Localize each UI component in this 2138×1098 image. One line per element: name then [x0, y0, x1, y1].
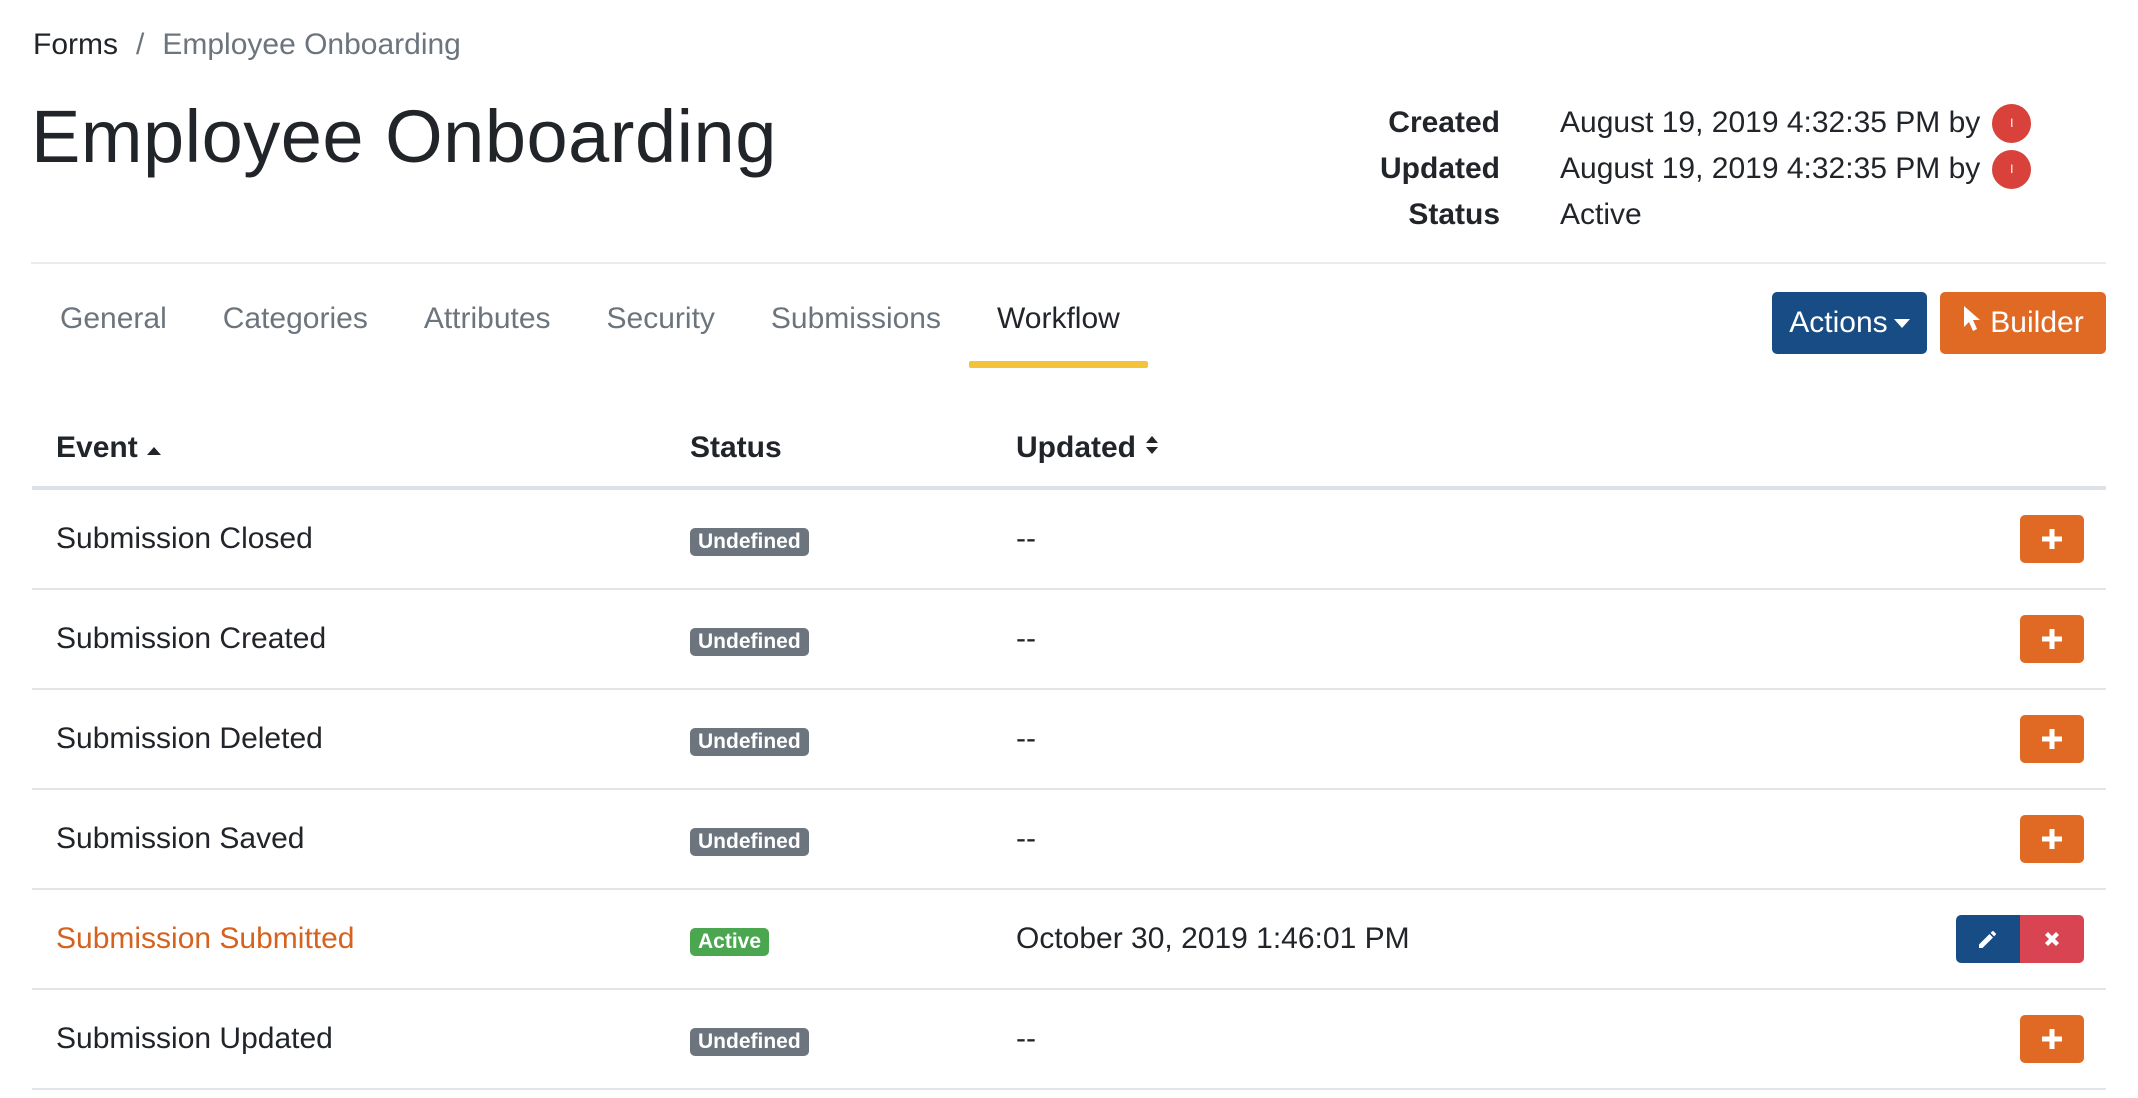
event-name: Submission Deleted [56, 722, 323, 755]
meta-created-row: Created August 19, 2019 4:32:35 PM by I [1300, 100, 2032, 146]
meta-created-value-wrap: August 19, 2019 4:32:35 PM by I [1560, 100, 2032, 146]
builder-button-label: Builder [1990, 306, 2084, 339]
header-divider [31, 262, 2106, 264]
event-name: Submission Created [56, 622, 327, 655]
meta-created-value: August 19, 2019 4:32:35 PM by [1560, 106, 1981, 139]
updated-cell: -- [1016, 1022, 1036, 1055]
actions-button-label: Actions [1789, 306, 1888, 339]
status-cell: Undefined [690, 522, 809, 556]
table-header: Event Status Updated [32, 410, 2106, 490]
breadcrumb-forms-link[interactable]: Forms [33, 28, 118, 62]
sort-up-icon [146, 431, 162, 465]
column-header-event[interactable]: Event [56, 431, 162, 465]
row-actions [2020, 815, 2084, 863]
plus-icon [2042, 829, 2062, 849]
add-workflow-button[interactable] [2020, 515, 2084, 563]
tab-workflow[interactable]: Workflow [969, 290, 1148, 368]
updated-by-avatar[interactable]: I [1992, 149, 2032, 189]
updated-cell: -- [1016, 622, 1036, 655]
add-workflow-button[interactable] [2020, 715, 2084, 763]
row-actions [2020, 615, 2084, 663]
event-name: Submission Saved [56, 822, 305, 855]
form-meta: Created August 19, 2019 4:32:35 PM by I … [1300, 100, 2032, 238]
row-actions [1956, 915, 2084, 963]
workflow-table: Event Status Updated Submission Closed U… [32, 410, 2106, 1090]
meta-updated-label: Updated [1380, 152, 1500, 185]
column-header-event-label: Event [56, 431, 138, 464]
event-name: Submission Updated [56, 1022, 333, 1055]
breadcrumb: Forms / Employee Onboarding [33, 28, 461, 62]
status-badge: Undefined [690, 1028, 809, 1056]
tab-categories[interactable]: Categories [195, 290, 396, 368]
tab-bar: General Categories Attributes Security S… [32, 290, 1148, 368]
updated-cell: October 30, 2019 1:46:01 PM [1016, 922, 1410, 955]
status-badge: Undefined [690, 628, 809, 656]
column-header-status: Status [690, 431, 782, 465]
meta-status-value: Active [1560, 198, 1642, 231]
meta-updated-value: August 19, 2019 4:32:35 PM by [1560, 152, 1981, 185]
pencil-icon [1979, 931, 1996, 948]
row-actions [2020, 1015, 2084, 1063]
caret-down-icon [1893, 318, 1910, 328]
table-row: Submission Created Undefined -- [32, 590, 2106, 690]
plus-icon [2042, 629, 2062, 649]
status-cell: Undefined [690, 1022, 809, 1056]
column-header-updated[interactable]: Updated [1016, 431, 1160, 465]
status-badge: Undefined [690, 828, 809, 856]
tab-submissions[interactable]: Submissions [743, 290, 969, 368]
meta-created-label: Created [1388, 106, 1500, 139]
meta-status-label: Status [1408, 198, 1500, 231]
sort-both-icon [1144, 431, 1160, 465]
row-actions [2020, 715, 2084, 763]
event-name: Submission Closed [56, 522, 313, 555]
breadcrumb-current: Employee Onboarding [162, 28, 461, 61]
row-actions [2020, 515, 2084, 563]
actions-dropdown-button[interactable]: Actions [1772, 292, 1927, 354]
status-cell: Undefined [690, 622, 809, 656]
breadcrumb-separator: / [136, 28, 145, 61]
status-cell: Undefined [690, 722, 809, 756]
x-icon [2045, 932, 2059, 946]
event-name-link[interactable]: Submission Submitted [56, 922, 354, 956]
column-header-updated-label: Updated [1016, 431, 1136, 464]
status-badge: Undefined [690, 728, 809, 756]
plus-icon [2042, 529, 2062, 549]
cursor-pointer-icon [1962, 305, 1982, 341]
plus-icon [2042, 1029, 2062, 1049]
tab-general[interactable]: General [32, 290, 195, 368]
updated-cell: -- [1016, 722, 1036, 755]
tab-security[interactable]: Security [579, 290, 743, 368]
table-row: Submission Submitted Active October 30, … [32, 890, 2106, 990]
status-cell: Active [690, 922, 770, 956]
status-badge: Undefined [690, 528, 809, 556]
meta-status-row: Status Active [1300, 192, 2031, 238]
updated-cell: -- [1016, 822, 1036, 855]
table-row: Submission Deleted Undefined -- [32, 690, 2106, 790]
table-row: Submission Updated Undefined -- [32, 990, 2106, 1090]
delete-workflow-button[interactable] [2020, 915, 2084, 963]
meta-updated-row: Updated August 19, 2019 4:32:35 PM by I [1300, 146, 2032, 192]
tab-attributes[interactable]: Attributes [396, 290, 579, 368]
status-badge: Active [690, 928, 770, 956]
created-by-avatar[interactable]: I [1992, 103, 2032, 143]
add-workflow-button[interactable] [2020, 1015, 2084, 1063]
edit-workflow-button[interactable] [1956, 915, 2020, 963]
builder-button[interactable]: Builder [1940, 292, 2106, 354]
column-header-status-label: Status [690, 431, 782, 464]
add-workflow-button[interactable] [2020, 815, 2084, 863]
plus-icon [2042, 729, 2062, 749]
add-workflow-button[interactable] [2020, 615, 2084, 663]
updated-cell: -- [1016, 522, 1036, 555]
table-row: Submission Saved Undefined -- [32, 790, 2106, 890]
page-title: Employee Onboarding [31, 95, 777, 178]
meta-updated-value-wrap: August 19, 2019 4:32:35 PM by I [1560, 146, 2032, 192]
status-cell: Undefined [690, 822, 809, 856]
table-row: Submission Closed Undefined -- [32, 490, 2106, 590]
